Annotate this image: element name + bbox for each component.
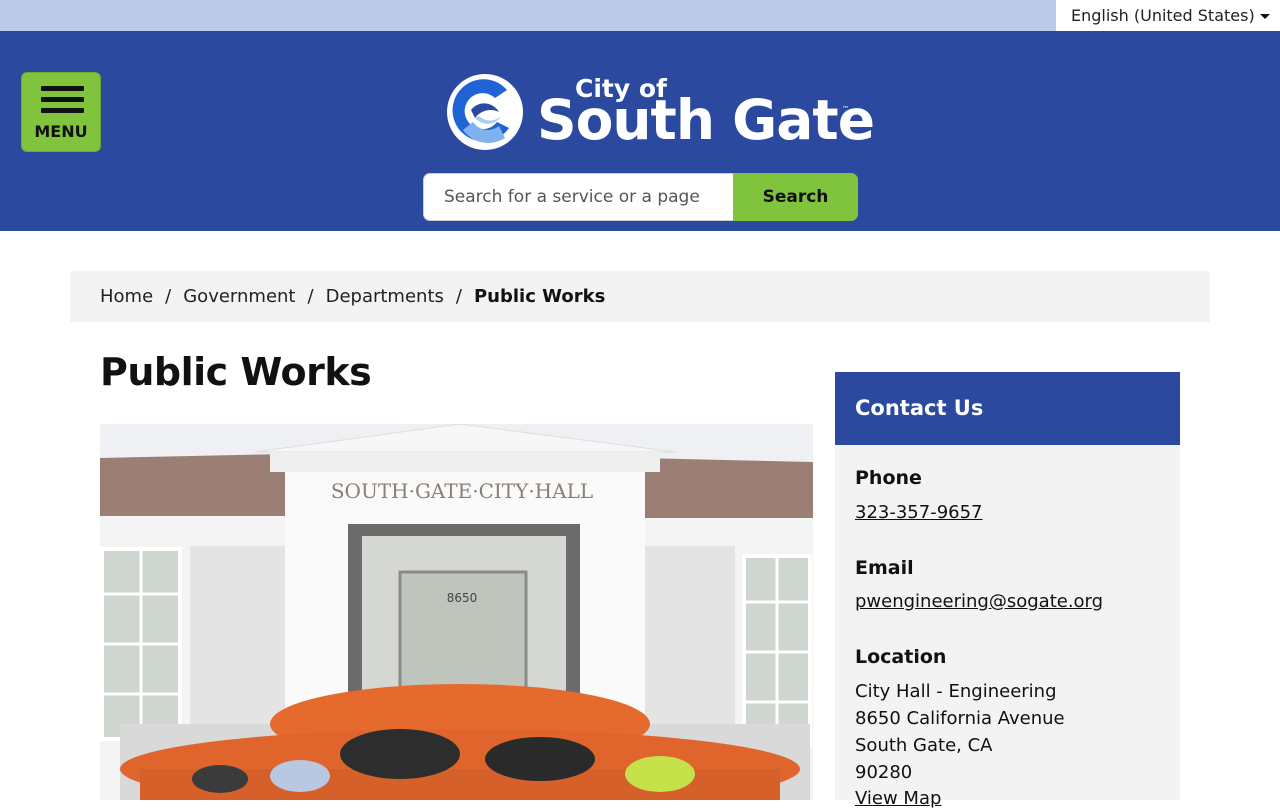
city-logo[interactable]: City of South Gate ™ bbox=[445, 71, 875, 153]
menu-button[interactable]: MENU bbox=[21, 72, 101, 152]
language-selected: English (United States) bbox=[1071, 6, 1255, 25]
site-header: MENU City of South Gate ™ Search bbox=[0, 31, 1280, 231]
location-line-1: City Hall - Engineering bbox=[855, 681, 1057, 702]
phone-label: Phone bbox=[855, 467, 922, 489]
location-line-2: 8650 California Avenue bbox=[855, 708, 1065, 729]
breadcrumb-government[interactable]: Government bbox=[183, 286, 295, 307]
email-link[interactable]: pwengineering@sogate.org bbox=[855, 591, 1103, 612]
caret-down-icon bbox=[1260, 14, 1270, 19]
email-label: Email bbox=[855, 557, 914, 579]
search-input[interactable] bbox=[423, 173, 734, 221]
phone-link[interactable]: 323-357-9657 bbox=[855, 502, 983, 523]
breadcrumb-separator: / bbox=[455, 286, 462, 307]
contact-heading: Contact Us bbox=[835, 372, 1180, 445]
building-sign: SOUTH·GATE·CITY·HALL bbox=[331, 479, 593, 503]
contact-panel: Contact Us Phone 323-357-9657 Email pwen… bbox=[835, 372, 1180, 809]
breadcrumb-separator: / bbox=[165, 286, 172, 307]
breadcrumb-separator: / bbox=[307, 286, 314, 307]
logo-trademark: ™ bbox=[842, 105, 849, 113]
page-title: Public Works bbox=[100, 350, 372, 394]
logo-mark-icon bbox=[447, 74, 523, 150]
menu-label: MENU bbox=[34, 122, 88, 141]
search-form: Search bbox=[423, 173, 859, 221]
view-map-link[interactable]: View Map bbox=[855, 788, 941, 809]
hero-photo: SOUTH·GATE·CITY·HALL 8650 bbox=[100, 424, 813, 800]
logo-city-name: South Gate bbox=[537, 88, 875, 152]
breadcrumb-home[interactable]: Home bbox=[100, 286, 153, 307]
address-number: 8650 bbox=[447, 591, 478, 605]
location-line-4: 90280 bbox=[855, 762, 913, 783]
breadcrumb: Home / Government / Departments / Public Works bbox=[70, 271, 1210, 322]
location-line-3: South Gate, CA bbox=[855, 735, 993, 756]
breadcrumb-current: Public Works bbox=[473, 286, 606, 307]
hamburger-icon bbox=[41, 86, 84, 119]
location-label: Location bbox=[855, 646, 947, 668]
top-bar: English (United States) bbox=[0, 0, 1280, 31]
search-button[interactable]: Search bbox=[733, 173, 858, 221]
city-hall-photo: SOUTH·GATE·CITY·HALL 8650 bbox=[100, 424, 813, 800]
breadcrumb-departments[interactable]: Departments bbox=[326, 286, 444, 307]
language-selector[interactable]: English (United States) bbox=[1056, 0, 1280, 31]
